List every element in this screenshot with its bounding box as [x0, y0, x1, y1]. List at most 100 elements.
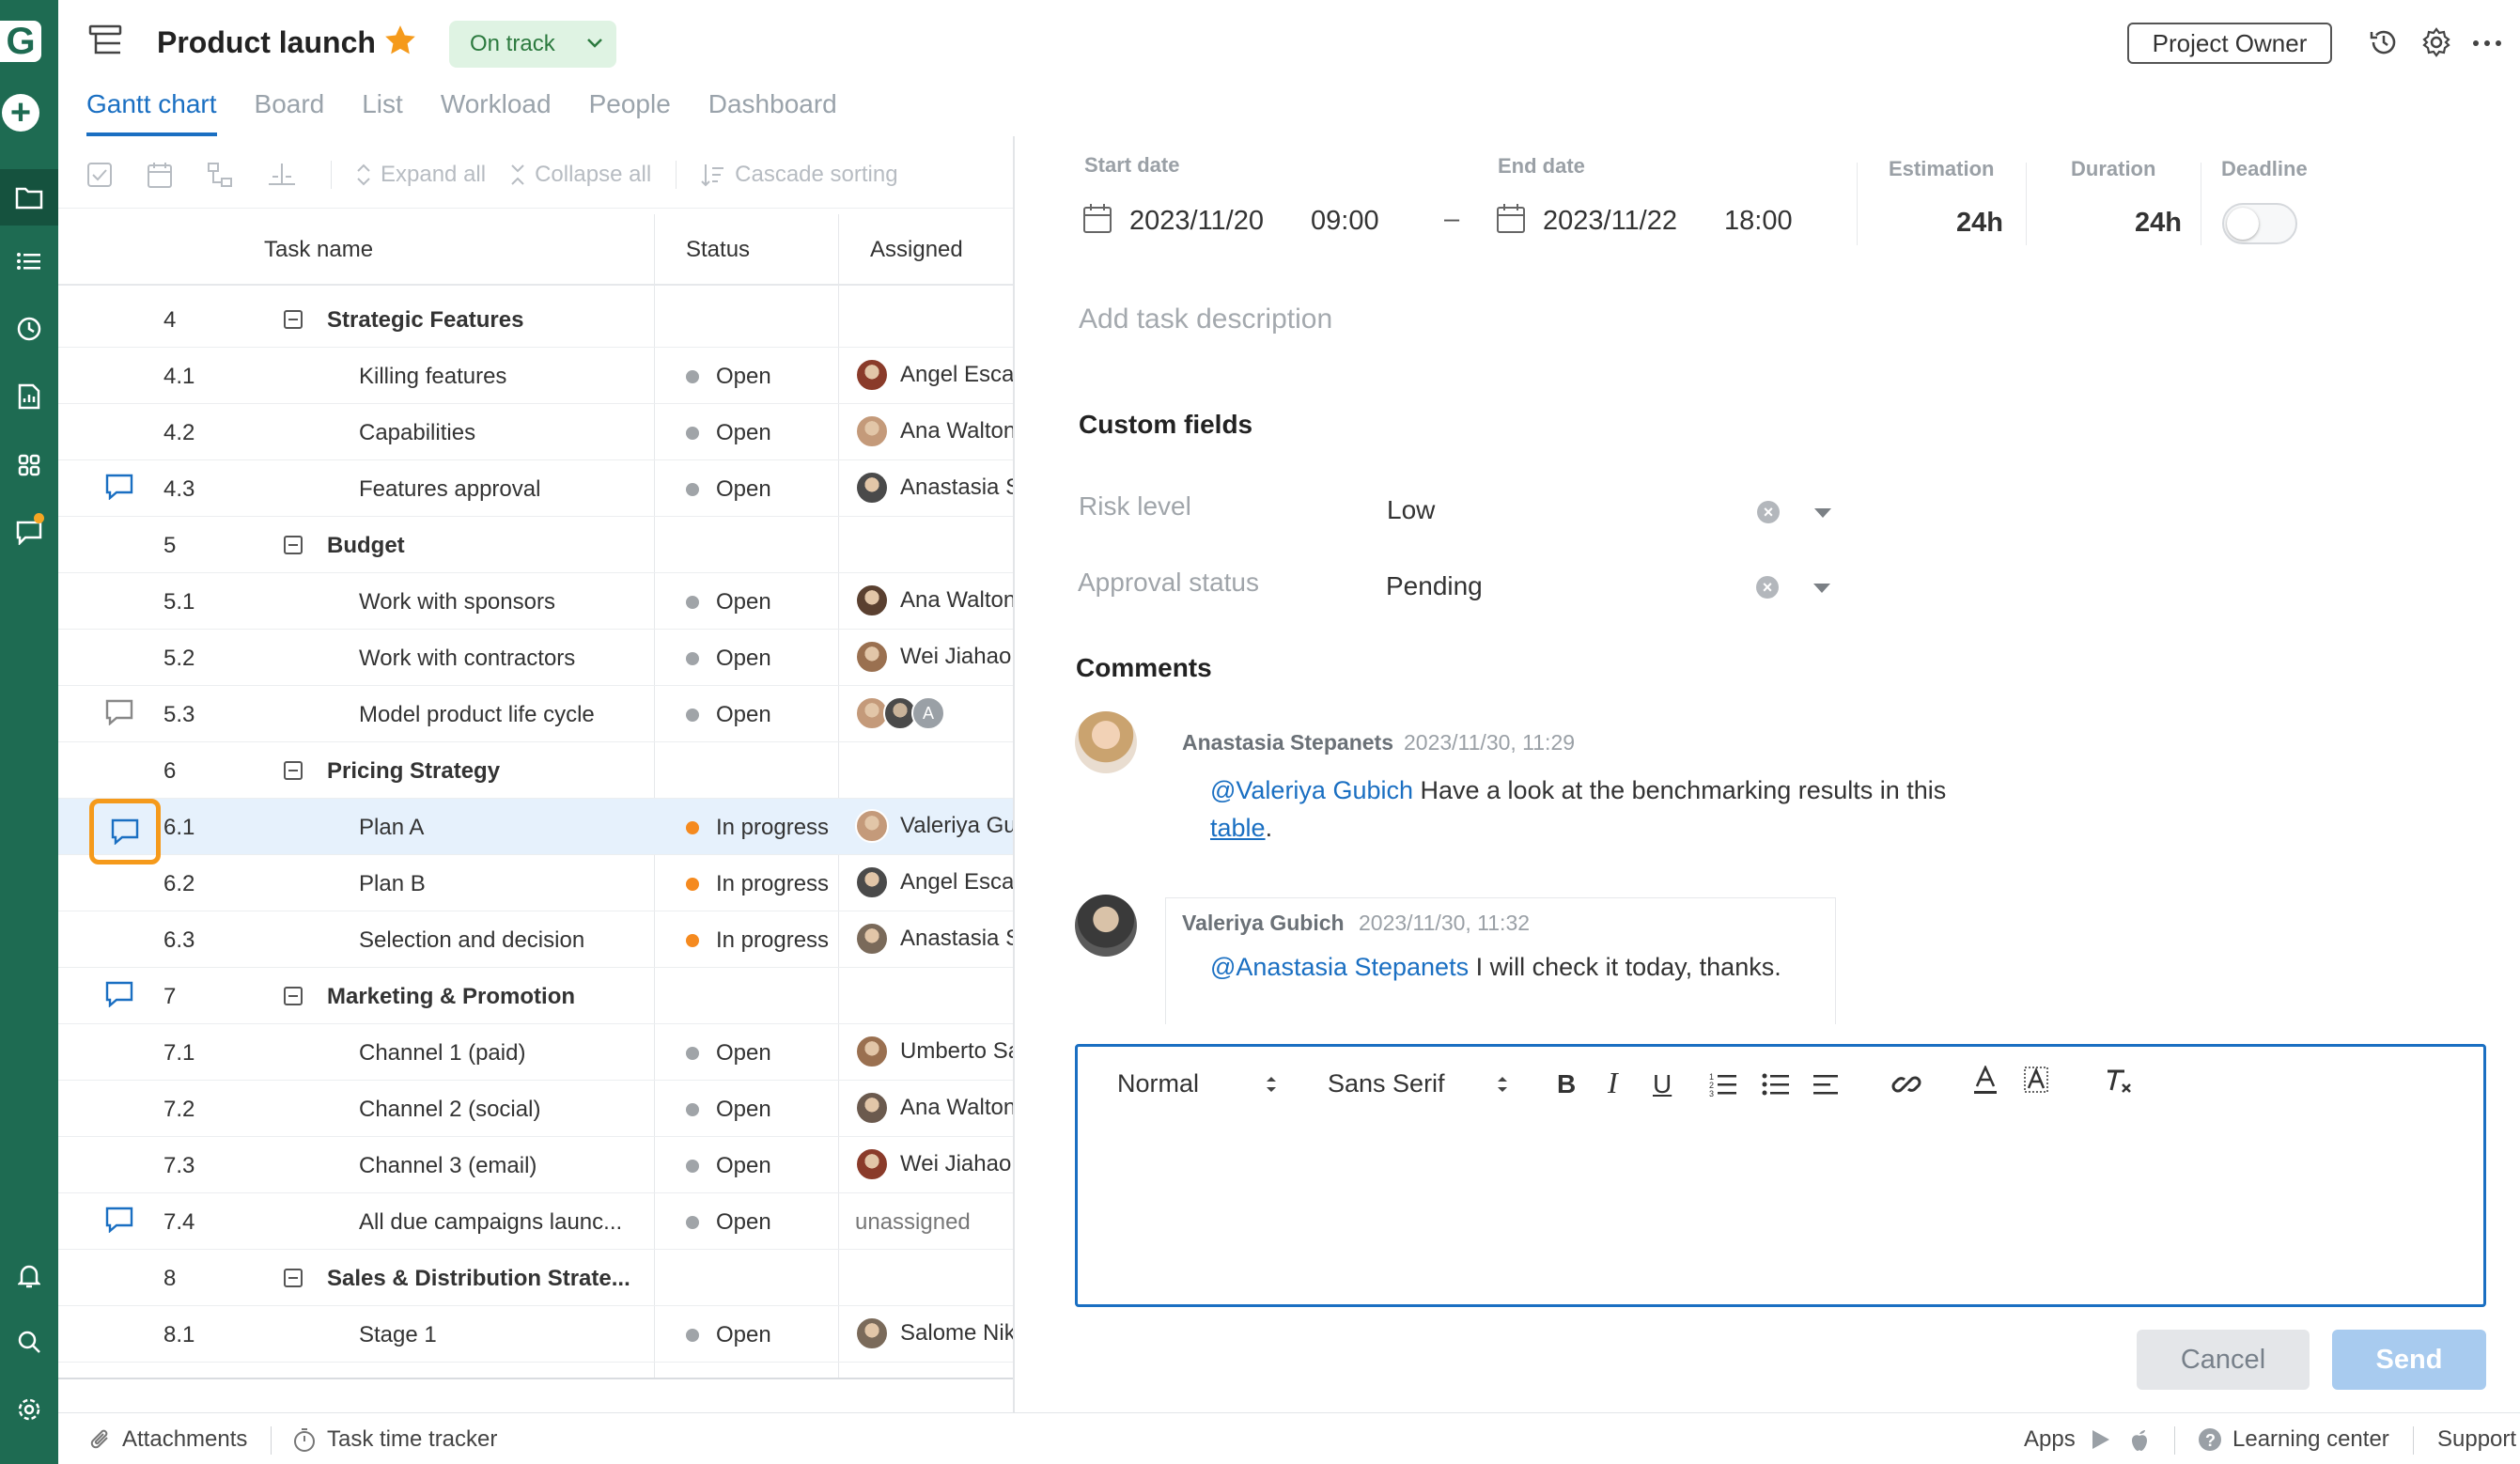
task-status[interactable]: In progress	[686, 871, 829, 897]
list-nav-icon[interactable]	[0, 233, 58, 289]
task-name[interactable]: Features approval	[359, 476, 540, 503]
tab-workload[interactable]: Workload	[441, 89, 552, 136]
table-row[interactable]: 7.1 Channel 1 (paid) Open Umberto Sa	[58, 1024, 1015, 1081]
deadline-toggle[interactable]	[2222, 203, 2297, 244]
avatar[interactable]	[1075, 895, 1137, 957]
task-status[interactable]: Open	[686, 646, 771, 672]
group-name[interactable]: Sales & Distribution Strate...	[327, 1266, 630, 1292]
app-logo[interactable]: G	[0, 21, 41, 62]
table-row[interactable]: 5.3 Model product life cycle Open A	[58, 686, 1015, 742]
font-select[interactable]: Sans Serif	[1328, 1069, 1509, 1098]
approval-status-select[interactable]: Pending	[1386, 571, 1483, 601]
comment-icon[interactable]	[105, 1207, 133, 1239]
add-task-icon[interactable]	[147, 161, 182, 189]
group-row[interactable]: 8 Sales & Distribution Strate...	[58, 1250, 1015, 1306]
task-assignees[interactable]: A	[855, 696, 957, 730]
task-status[interactable]: Open	[686, 1209, 771, 1236]
send-button[interactable]: Send	[2332, 1330, 2486, 1390]
task-name[interactable]: Channel 2 (social)	[359, 1097, 540, 1123]
risk-level-select[interactable]: Low	[1387, 495, 1435, 525]
task-assignee[interactable]: Anastasia S	[855, 471, 1015, 505]
task-name[interactable]: Channel 3 (email)	[359, 1153, 537, 1179]
task-status[interactable]: Open	[686, 1153, 771, 1179]
table-row[interactable]: 4.2 Capabilities Open Ana Walton	[58, 404, 1015, 460]
clear-risk-level-icon[interactable]: ×	[1757, 501, 1780, 523]
collapse-group-icon[interactable]	[284, 310, 303, 329]
task-status[interactable]: Open	[686, 1097, 771, 1123]
chat-nav-icon[interactable]	[0, 505, 58, 561]
task-assignee[interactable]: Wei Jiahao	[855, 640, 1011, 674]
column-header-task-name[interactable]: Task name	[264, 237, 373, 263]
clear-formatting-icon[interactable]	[2104, 1067, 2134, 1102]
task-assignee[interactable]: Salome Nik	[855, 1316, 1015, 1350]
comment-author[interactable]: Valeriya Gubich	[1182, 911, 1345, 936]
apps-link[interactable]: Apps	[2024, 1426, 2160, 1453]
dependency-icon[interactable]	[207, 162, 242, 188]
group-row[interactable]: 7 Marketing & Promotion	[58, 968, 1015, 1024]
bullet-list-icon[interactable]	[1762, 1071, 1790, 1104]
tab-gantt-chart[interactable]: Gantt chart	[86, 89, 217, 136]
comment-icon[interactable]	[105, 474, 133, 506]
group-row[interactable]: 5 Budget	[58, 517, 1015, 573]
task-status[interactable]: Open	[686, 476, 771, 503]
select-checkbox-icon[interactable]	[86, 162, 122, 188]
history-icon[interactable]	[2368, 26, 2400, 63]
task-name[interactable]: Stage 1	[359, 1322, 437, 1348]
calendar-icon[interactable]	[1496, 202, 1526, 239]
task-name[interactable]: Selection and decision	[359, 927, 584, 954]
task-name[interactable]: Work with contractors	[359, 646, 575, 672]
ordered-list-icon[interactable]: 123	[1709, 1071, 1737, 1104]
expand-all-button[interactable]: Expand all	[356, 162, 486, 188]
table-row[interactable]: 6.2 Plan B In progress Angel Escaj	[58, 855, 1015, 911]
risk-level-dropdown-icon[interactable]	[1814, 508, 1831, 518]
duration-value[interactable]: 24h	[2135, 208, 2182, 239]
task-name[interactable]: Work with sponsors	[359, 589, 555, 615]
task-assignee[interactable]: Ana Walton	[855, 414, 1015, 448]
background-color-icon[interactable]	[2023, 1066, 2049, 1102]
calendar-icon[interactable]	[1082, 202, 1112, 239]
task-status[interactable]: Open	[686, 1322, 771, 1348]
search-icon[interactable]	[0, 1314, 58, 1370]
task-assignee[interactable]: unassigned	[855, 1204, 971, 1236]
task-name[interactable]: Plan B	[359, 871, 426, 897]
add-new-button[interactable]: +	[2, 94, 39, 132]
reports-nav-icon[interactable]	[0, 368, 58, 425]
favorite-star-icon[interactable]	[382, 23, 418, 63]
start-time-value[interactable]: 09:00	[1311, 206, 1379, 237]
comment-editor[interactable]: Normal Sans Serif B I U 123	[1075, 1044, 2486, 1307]
apple-icon[interactable]	[2128, 1426, 2151, 1453]
task-assignee[interactable]: Wei Jiahao	[855, 1147, 1011, 1181]
table-row[interactable]: 5.2 Work with contractors Open Wei Jiahao	[58, 630, 1015, 686]
task-description-input[interactable]: Add task description	[1079, 304, 1332, 335]
task-status[interactable]: In progress	[686, 815, 829, 841]
task-status[interactable]: Open	[686, 420, 771, 446]
tab-board[interactable]: Board	[255, 89, 325, 136]
underline-button[interactable]: U	[1653, 1069, 1672, 1099]
table-row[interactable]: 8.1 Stage 1 Open Salome Nik	[58, 1306, 1015, 1363]
column-header-assigned[interactable]: Assigned	[870, 237, 963, 263]
task-assignee[interactable]: Ana Walton	[855, 584, 1015, 617]
comment-author[interactable]: Anastasia Stepanets	[1182, 730, 1393, 755]
task-name[interactable]: Channel 1 (paid)	[359, 1040, 525, 1067]
cancel-button[interactable]: Cancel	[2137, 1330, 2310, 1390]
align-icon[interactable]	[1812, 1071, 1841, 1104]
group-name[interactable]: Marketing & Promotion	[327, 984, 575, 1010]
comment-icon[interactable]	[105, 699, 133, 732]
task-assignee[interactable]: Valeriya Gu	[855, 809, 1015, 843]
group-name[interactable]: Budget	[327, 533, 405, 559]
collapse-group-icon[interactable]	[284, 987, 303, 1005]
group-name[interactable]: Pricing Strategy	[327, 758, 500, 785]
task-name[interactable]: Capabilities	[359, 420, 475, 446]
group-name[interactable]: Strategic Features	[327, 307, 523, 334]
table-row[interactable]: 6.1 Plan A In progress Valeriya Gu	[58, 799, 1015, 864]
collapse-all-button[interactable]: Collapse all	[510, 162, 651, 188]
task-name[interactable]: Killing features	[359, 364, 506, 390]
table-link[interactable]: table	[1210, 814, 1266, 842]
table-row[interactable]: 4.1 Killing features Open Angel Escaj	[58, 348, 1015, 404]
collapse-group-icon[interactable]	[284, 761, 303, 780]
link-icon[interactable]	[1891, 1069, 1921, 1106]
column-header-status[interactable]: Status	[686, 237, 750, 263]
end-time-value[interactable]: 18:00	[1724, 206, 1793, 237]
time-nav-icon[interactable]	[0, 301, 58, 357]
comment-icon[interactable]	[105, 981, 133, 1014]
